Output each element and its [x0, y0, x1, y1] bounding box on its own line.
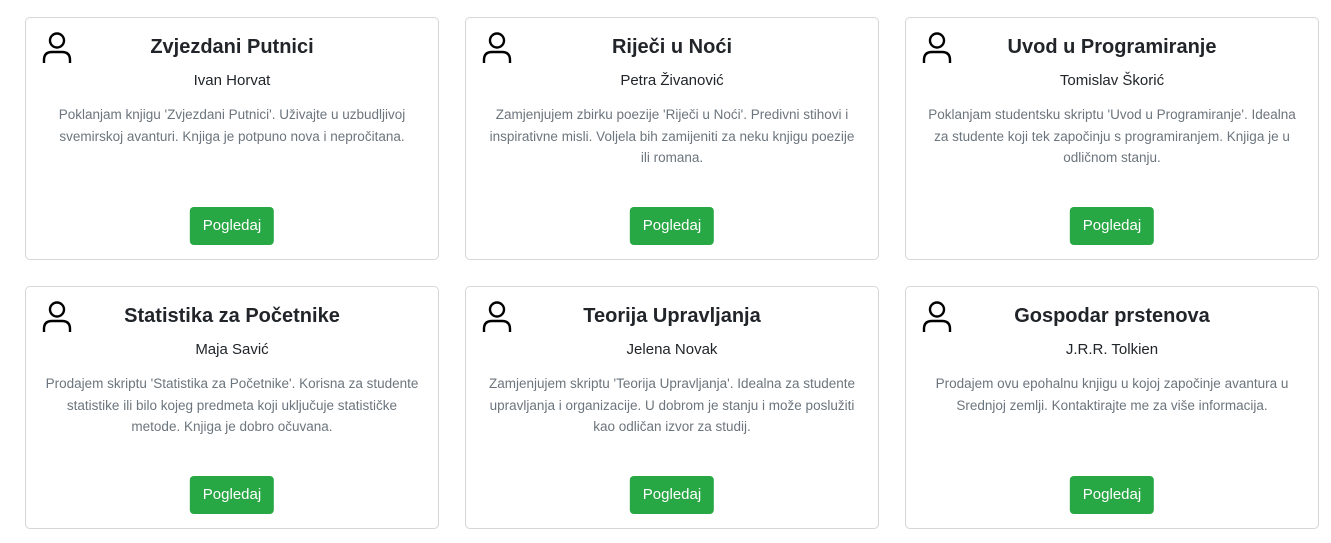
card-title: Uvod u Programiranje [1007, 36, 1217, 58]
listing-card: Riječi u Noći Petra Živanović Zamjenjuje… [465, 17, 879, 260]
listing-card: Uvod u Programiranje Tomislav Škorić Pok… [905, 17, 1319, 260]
card-author: J.R.R. Tolkien [1065, 341, 1159, 358]
card-title: Gospodar prstenova [1014, 305, 1210, 327]
view-button[interactable]: Pogledaj [189, 476, 275, 514]
card-description: Poklanjam studentsku skriptu 'Uvod u Pro… [928, 107, 1296, 165]
view-button[interactable]: Pogledaj [629, 207, 715, 245]
card-author: Maja Savić [195, 341, 269, 358]
card-description: Prodajem skriptu 'Statistika za Početnik… [45, 376, 419, 434]
card-title: Riječi u Noći [611, 36, 733, 58]
listing-card: Statistika za Početnike Maja Savić Proda… [25, 286, 439, 529]
card-description: Zamjenjujem zbirku poezije 'Riječi u Noć… [489, 107, 855, 165]
card-title: Zvjezdani Putnici [150, 36, 314, 58]
view-button[interactable]: Pogledaj [1069, 476, 1155, 514]
listing-card: Zvjezdani Putnici Ivan Horvat Poklanjam … [25, 17, 439, 260]
card-title: Statistika za Početnike [124, 305, 340, 327]
card-author: Petra Živanović [620, 72, 724, 89]
card-title: Teorija Upravljanja [583, 305, 761, 327]
listing-card: Teorija Upravljanja Jelena Novak Zamjenj… [465, 286, 879, 529]
card-author: Ivan Horvat [193, 72, 271, 89]
card-description: Poklanjam knjigu 'Zvjezdani Putnici'. Už… [58, 107, 406, 144]
view-button[interactable]: Pogledaj [1069, 207, 1155, 245]
card-description: Prodajem ovu epohalnu knjigu u kojoj zap… [935, 376, 1289, 413]
view-button[interactable]: Pogledaj [189, 207, 275, 245]
listings-grid: Zvjezdani Putnici Ivan Horvat Poklanjam … [0, 0, 1331, 543]
card-description: Zamjenjujem skriptu 'Teorija Upravljanja… [488, 376, 856, 434]
view-button[interactable]: Pogledaj [629, 476, 715, 514]
listing-card: Gospodar prstenova J.R.R. Tolkien Prodaj… [905, 286, 1319, 529]
card-author: Jelena Novak [626, 341, 718, 358]
card-author: Tomislav Škorić [1059, 72, 1165, 89]
